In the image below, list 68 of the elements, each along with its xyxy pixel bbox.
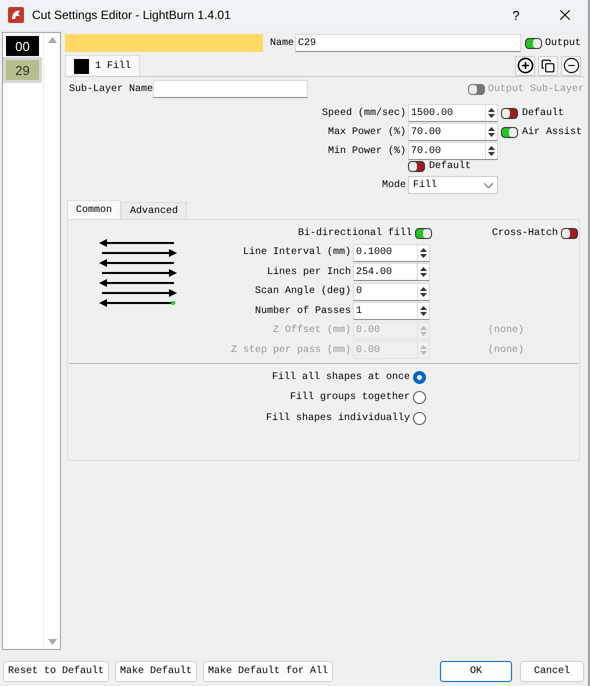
radio-label: Fill all shapes at once — [270, 372, 410, 383]
toggle-switch[interactable] — [501, 126, 518, 138]
spinner-arrows-icon[interactable] — [417, 244, 429, 261]
copy-icon[interactable] — [538, 56, 558, 76]
mode-dropdown[interactable]: Fill — [408, 176, 498, 194]
bi-directional-fill-label: Bi-directional fill — [298, 228, 412, 239]
radio-button[interactable] — [413, 370, 426, 384]
layer-item[interactable]: 29 — [6, 60, 39, 80]
footer-button[interactable]: Reset to Default — [3, 661, 110, 682]
mode-label: Mode — [380, 180, 407, 190]
fill-setting-field[interactable]: 254.00 — [353, 263, 430, 282]
dialog-button[interactable]: OK — [440, 661, 512, 682]
note-label: (none) — [488, 344, 524, 356]
setting-label: Max Power (%) — [326, 126, 407, 138]
toggle-label: Default — [522, 108, 564, 118]
app-logo-icon — [8, 7, 24, 23]
spinner-arrows-icon[interactable] — [485, 124, 497, 140]
cross-hatch-label: Cross-Hatch — [492, 228, 558, 239]
dialog-button[interactable]: Cancel — [520, 661, 584, 682]
window-title: Cut Settings Editor - LightBurn 1.4.01 — [32, 8, 232, 22]
settings-tab[interactable]: Common — [67, 200, 122, 219]
setting-label: Min Power (%) — [326, 146, 407, 156]
sub-layer-name-label: Sub-Layer Name — [69, 84, 154, 94]
radio-button[interactable] — [413, 412, 426, 425]
toggle-label: Default — [429, 161, 472, 172]
setting-field[interactable]: 1500.00 — [408, 104, 498, 122]
note-label: (none) — [488, 325, 524, 336]
radio-button[interactable] — [413, 391, 426, 404]
add-icon[interactable] — [515, 56, 535, 76]
spinner-arrows-icon[interactable] — [417, 303, 429, 320]
fill-setting-label: Lines per Inch — [266, 266, 352, 278]
fill-setting-label: Z step per pass (mm) — [230, 344, 352, 356]
output-sub-layer-label: Output Sub-Layer — [488, 84, 584, 94]
toggle-switch[interactable] — [525, 38, 542, 48]
sub-layer-name-field[interactable] — [153, 80, 308, 98]
fill-setting-label: Line Interval (mm) — [242, 247, 352, 258]
spinner-arrows-icon[interactable] — [485, 143, 497, 159]
footer-button[interactable]: Make Default for All — [203, 661, 334, 682]
toggle-switch[interactable] — [501, 108, 518, 118]
toggle-switch[interactable] — [561, 228, 578, 239]
setting-field[interactable]: 70.00 — [408, 123, 498, 141]
name-field[interactable]: C29 — [295, 34, 522, 52]
layer-item[interactable]: 00 — [6, 36, 39, 56]
spinner-arrows-icon[interactable] — [417, 264, 429, 280]
fill-setting-label: Number of Passes — [254, 306, 352, 317]
footer-button[interactable]: Make Default — [115, 661, 198, 682]
settings-tab[interactable]: Advanced — [121, 202, 188, 219]
toggle-switch[interactable] — [415, 228, 432, 239]
fill-setting-label: Z Offset (mm) — [272, 325, 352, 336]
chevron-down-icon — [484, 182, 493, 188]
spinner-arrows-icon[interactable] — [485, 105, 497, 121]
remove-icon[interactable] — [561, 56, 581, 76]
layer-color-bar[interactable] — [65, 34, 263, 52]
setting-field[interactable]: 70.00 — [408, 142, 498, 160]
radio-label: Fill groups together — [288, 392, 410, 404]
fill-setting-label: Scan Angle (deg) — [254, 286, 352, 298]
fill-setting-field[interactable]: 1 — [353, 302, 430, 320]
fill-setting-field[interactable]: 0.1000 — [353, 244, 430, 262]
name-label: Name — [270, 38, 294, 48]
toggle-switch[interactable] — [408, 161, 425, 172]
radio-label: Fill shapes individually — [264, 412, 410, 424]
fill-setting-field[interactable]: 0 — [353, 282, 430, 301]
sublayer-tab[interactable]: 1 Fill — [65, 55, 140, 76]
spinner-arrows-icon[interactable] — [417, 284, 429, 300]
setting-label: Speed (mm/sec) — [320, 108, 407, 118]
output-label: Output — [545, 38, 582, 48]
help-button[interactable]: ? — [494, 8, 538, 22]
toggle-label: Air Assist — [522, 126, 582, 138]
